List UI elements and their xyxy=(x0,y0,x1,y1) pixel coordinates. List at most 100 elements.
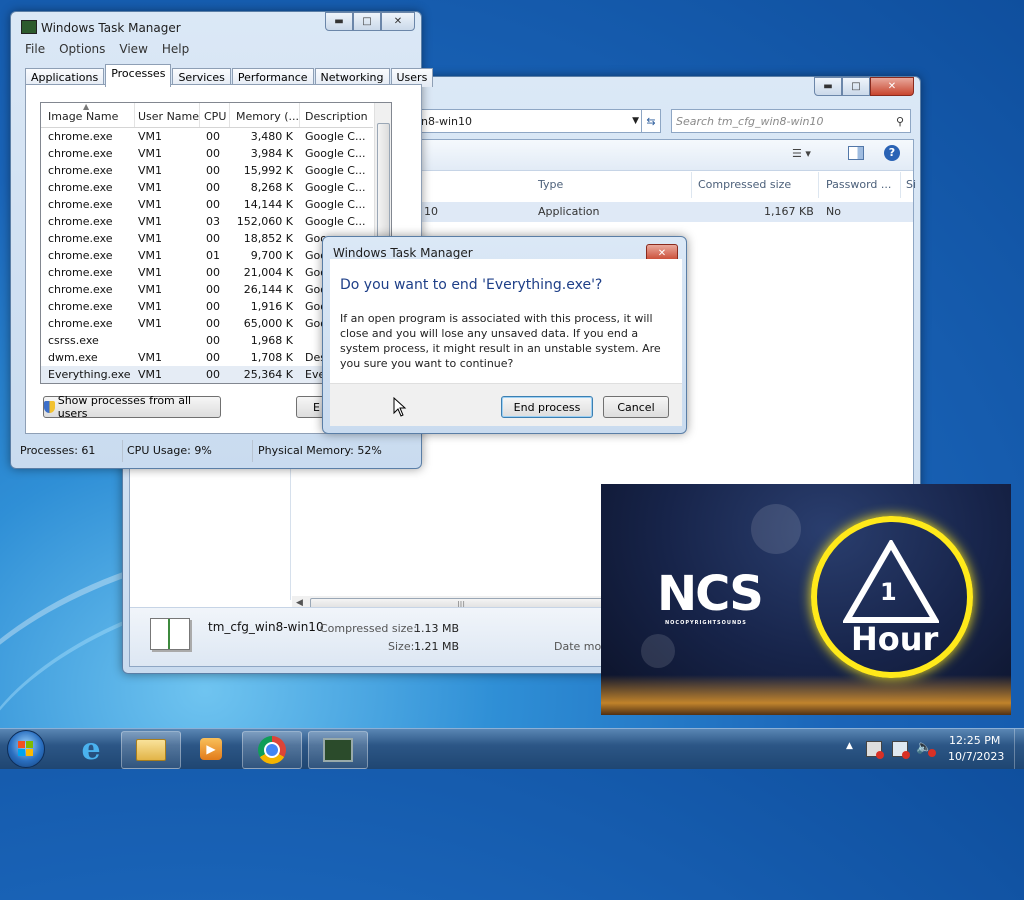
menu-view[interactable]: View xyxy=(119,42,147,56)
taskbar: e ▶ ▲ 🔈 12:25 PM 10/7/2023 xyxy=(0,728,1024,769)
task-manager-icon[interactable] xyxy=(308,731,368,769)
process-user: VM1 xyxy=(138,130,163,143)
file-row[interactable]: 10 Application 1,167 KB No xyxy=(420,202,913,222)
show-hidden-icons-icon[interactable]: ▲ xyxy=(846,741,853,751)
network-icon[interactable] xyxy=(892,741,910,759)
process-cpu: 01 xyxy=(206,249,220,262)
minimize-button[interactable]: ▬ xyxy=(325,12,353,31)
column-divider xyxy=(818,172,819,198)
column-user-name[interactable]: User Name xyxy=(138,110,199,123)
menu-file[interactable]: File xyxy=(25,42,45,56)
maximize-button[interactable]: □ xyxy=(353,12,381,31)
close-button[interactable]: ✕ xyxy=(381,12,415,31)
end-process-button[interactable]: End process xyxy=(501,396,593,418)
minimize-button[interactable]: ▬ xyxy=(814,77,842,96)
tab-processes[interactable]: Processes xyxy=(105,64,172,87)
process-name: chrome.exe xyxy=(48,317,113,330)
column-header-password[interactable]: Password ... xyxy=(826,174,891,196)
action-center-icon[interactable] xyxy=(866,741,884,759)
column-header-compressed-size[interactable]: Compressed size xyxy=(698,174,791,196)
explorer-caption-buttons: ▬ □ ✕ xyxy=(814,77,914,96)
column-memory[interactable]: Memory (... xyxy=(236,110,299,123)
menu-options[interactable]: Options xyxy=(59,42,105,56)
internet-explorer-icon[interactable]: e xyxy=(62,731,120,767)
column-description[interactable]: Description xyxy=(305,110,368,123)
start-orb-icon[interactable] xyxy=(7,730,45,768)
maximize-button[interactable]: □ xyxy=(842,77,870,96)
process-row[interactable]: chrome.exe VM1 00 8,268 K Google C... xyxy=(41,179,373,196)
address-text: in8-win10 xyxy=(418,114,473,128)
views-icon[interactable]: ☰ ▾ xyxy=(792,147,811,160)
process-row[interactable]: chrome.exe VM1 00 15,992 K Google C... xyxy=(41,162,373,179)
show-all-processes-button[interactable]: Show processes from all users xyxy=(43,394,221,420)
refresh-button[interactable]: ⇆ xyxy=(641,109,661,133)
details-size-value: 1.21 MB xyxy=(414,640,460,653)
end-process-dialog[interactable]: Windows Task Manager ✕ Do you want to en… xyxy=(322,236,687,434)
column-cpu[interactable]: CPU xyxy=(204,110,226,123)
dialog-heading: Do you want to end 'Everything.exe'? xyxy=(340,277,603,293)
process-desc: Google C... xyxy=(305,181,366,194)
process-user: VM1 xyxy=(138,351,163,364)
zip-file-icon xyxy=(150,618,190,650)
search-icon: ⚲ xyxy=(895,114,904,128)
process-desc: Google C... xyxy=(305,164,366,177)
column-header-type[interactable]: Type xyxy=(538,174,563,196)
menu-help[interactable]: Help xyxy=(162,42,189,56)
column-divider xyxy=(229,103,230,127)
chevron-down-icon[interactable]: ▼ xyxy=(632,116,639,126)
help-icon[interactable]: ? xyxy=(884,145,900,161)
column-divider xyxy=(199,103,200,127)
media-player-icon[interactable]: ▶ xyxy=(182,731,240,767)
details-name: tm_cfg_win8-win10 xyxy=(208,620,324,634)
show-desktop-button[interactable] xyxy=(1014,729,1024,769)
process-user: VM1 xyxy=(138,164,163,177)
search-input[interactable]: Search tm_cfg_win8-win10 ⚲ xyxy=(671,109,911,133)
process-mem: 1,916 K xyxy=(250,300,293,313)
uac-shield-icon xyxy=(44,401,55,413)
process-row[interactable]: chrome.exe VM1 03 152,060 K Google C... xyxy=(41,213,373,230)
video-overlay[interactable]: NCS NOCOPYRIGHTSOUNDS 1 Hour xyxy=(601,484,1011,715)
process-name: chrome.exe xyxy=(48,266,113,279)
process-mem: 26,144 K xyxy=(243,283,293,296)
clock-time[interactable]: 12:25 PM xyxy=(949,734,1000,747)
status-bar: Processes: 61 CPU Usage: 9% Physical Mem… xyxy=(14,440,414,462)
process-cpu: 00 xyxy=(206,232,220,245)
process-mem: 18,852 K xyxy=(243,232,293,245)
process-mem: 65,000 K xyxy=(243,317,293,330)
ncs-logo-sub: NOCOPYRIGHTSOUNDS xyxy=(665,620,747,626)
details-compressed-label: Compressed size: xyxy=(320,622,417,635)
process-name: chrome.exe xyxy=(48,198,113,211)
close-button[interactable]: ✕ xyxy=(870,77,914,96)
column-image-name[interactable]: Image Name xyxy=(48,110,118,123)
process-row[interactable]: chrome.exe VM1 00 14,144 K Google C... xyxy=(41,196,373,213)
process-cpu: 00 xyxy=(206,300,220,313)
process-desc: Google C... xyxy=(305,130,366,143)
end-process-label: End process xyxy=(513,400,581,414)
task-manager-icon xyxy=(21,20,37,34)
process-desc: Google C... xyxy=(305,215,366,228)
address-bar[interactable]: in8-win10 ▼ xyxy=(413,109,645,133)
status-processes: Processes: 61 xyxy=(20,444,96,457)
process-mem: 1,968 K xyxy=(250,334,293,347)
file-compressed-size: 1,167 KB xyxy=(764,205,814,218)
process-user: VM1 xyxy=(138,215,163,228)
process-user: VM1 xyxy=(138,266,163,279)
column-header-size[interactable]: Si xyxy=(906,174,916,196)
process-cpu: 00 xyxy=(206,334,220,347)
preview-pane-icon[interactable] xyxy=(848,146,864,160)
volume-muted-icon[interactable]: 🔈 xyxy=(916,740,937,757)
cancel-button[interactable]: Cancel xyxy=(603,396,669,418)
process-name: chrome.exe xyxy=(48,147,113,160)
clock-date[interactable]: 10/7/2023 xyxy=(948,750,1004,763)
chrome-icon[interactable] xyxy=(242,731,302,769)
status-cpu: CPU Usage: 9% xyxy=(127,444,212,457)
process-row[interactable]: chrome.exe VM1 00 3,480 K Google C... xyxy=(41,128,373,145)
process-cpu: 00 xyxy=(206,147,220,160)
show-all-label: Show processes from all users xyxy=(57,394,192,420)
process-row[interactable]: chrome.exe VM1 00 3,984 K Google C... xyxy=(41,145,373,162)
folder-icon[interactable] xyxy=(121,731,181,769)
process-name: chrome.exe xyxy=(48,232,113,245)
process-cpu: 00 xyxy=(206,164,220,177)
process-user: VM1 xyxy=(138,300,163,313)
process-user: VM1 xyxy=(138,147,163,160)
